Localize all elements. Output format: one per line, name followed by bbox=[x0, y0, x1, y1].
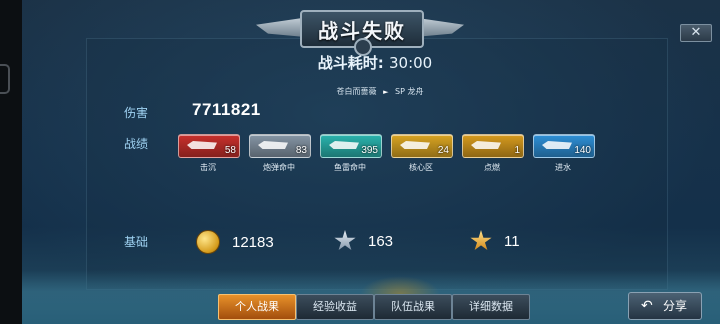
record-badge: 58 bbox=[178, 134, 240, 158]
record-badge: 24 bbox=[391, 134, 453, 158]
record-badge-value: 24 bbox=[437, 145, 449, 156]
bezel-handle bbox=[0, 64, 10, 94]
fire-icon bbox=[471, 141, 501, 149]
damage-label: 伤害 bbox=[124, 106, 149, 120]
arrow-right-icon: ► bbox=[383, 88, 389, 96]
base-stat-experience: 163 bbox=[334, 230, 393, 252]
record-label: 战绩 bbox=[124, 137, 149, 151]
share-label: 分享 bbox=[663, 299, 688, 313]
coin-icon bbox=[196, 230, 220, 254]
record-badge-value: 1 bbox=[514, 145, 520, 156]
flooding-icon bbox=[542, 141, 572, 149]
base-label: 基础 bbox=[124, 235, 149, 249]
record-badge: 140 bbox=[533, 134, 595, 158]
base-stat-merit: 11 bbox=[470, 230, 520, 252]
duration-value: 30:00 bbox=[389, 54, 433, 72]
record-badge-value: 140 bbox=[574, 145, 591, 156]
record-badge-label: 进水 bbox=[555, 163, 571, 172]
player-ship-line: 苍白而蔷薇 ► SP 龙舟 bbox=[310, 86, 450, 97]
record-badge-label: 鱼雷命中 bbox=[334, 163, 366, 172]
record-badge-label: 核心区 bbox=[409, 163, 433, 172]
record-badge-label: 击沉 bbox=[200, 163, 216, 172]
experience-value: 163 bbox=[368, 232, 394, 250]
duration-label: 战斗耗时: bbox=[317, 54, 384, 72]
citadel-icon bbox=[400, 141, 430, 149]
record-badge-value: 395 bbox=[361, 145, 378, 156]
share-button[interactable]: ↶ 分享 bbox=[628, 292, 702, 320]
base-stat-coins: 12183 bbox=[196, 230, 274, 254]
record-badge: 83 bbox=[249, 134, 311, 158]
shell-hit-icon bbox=[258, 141, 288, 149]
battle-duration: 战斗耗时: 30:00 bbox=[300, 52, 450, 73]
merit-value: 11 bbox=[504, 232, 520, 250]
record-badge-label: 点燃 bbox=[484, 163, 500, 172]
torpedo-hit-icon bbox=[329, 141, 359, 149]
record-badge-label: 炮弹命中 bbox=[263, 163, 295, 172]
record-badge-value: 83 bbox=[295, 145, 307, 156]
result-banner: 战斗失败 bbox=[256, 4, 458, 56]
record-badge: 395 bbox=[320, 134, 382, 158]
tab-team-results[interactable]: 队伍战果 bbox=[374, 294, 452, 320]
record-badge: 1 bbox=[462, 134, 524, 158]
device-bezel bbox=[0, 0, 22, 324]
tab-personal-results[interactable]: 个人战果 bbox=[218, 294, 296, 320]
record-badge-value: 58 bbox=[224, 145, 236, 156]
share-arrow-icon: ↶ bbox=[641, 298, 653, 314]
ship-name: SP 龙舟 bbox=[395, 87, 424, 96]
damage-value: 7711821 bbox=[192, 100, 261, 119]
sink-icon bbox=[187, 141, 217, 149]
tab-detailed-data[interactable]: 详细数据 bbox=[452, 294, 530, 320]
gold-star-icon bbox=[470, 230, 492, 251]
silver-star-icon bbox=[334, 230, 356, 251]
tab-experience-gain[interactable]: 经验收益 bbox=[296, 294, 374, 320]
close-button[interactable]: ✕ bbox=[680, 24, 712, 42]
player-name: 苍白而蔷薇 bbox=[336, 87, 377, 96]
coins-value: 12183 bbox=[232, 233, 274, 251]
